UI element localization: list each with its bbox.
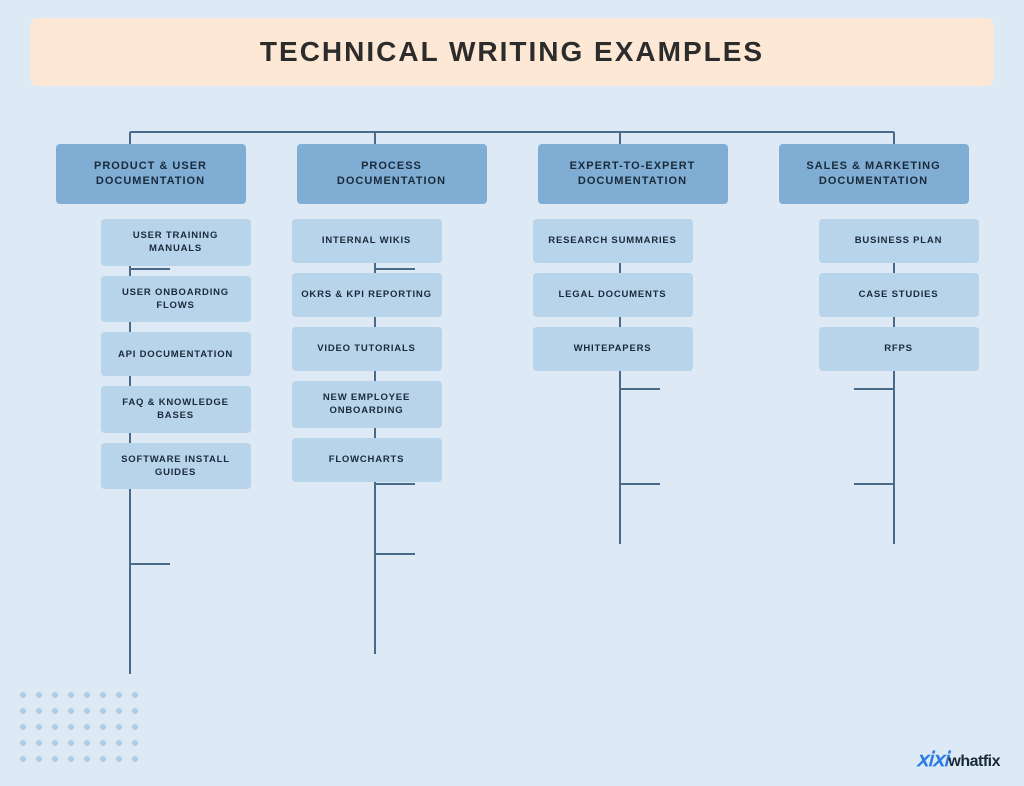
list-item: LEGAL DOCUMENTS [533,273,693,317]
list-item: FLOWCHARTS [292,438,442,482]
list-item: NEW EMPLOYEE ONBOARDING [292,381,442,428]
list-item: INTERNAL WIKIS [292,219,442,263]
decorative-dots [20,692,142,766]
col3-wrapper: EXPERT-TO-EXPERT DOCUMENTATION RESEARCH … [523,144,743,499]
cat-box-col1: PRODUCT & USER DOCUMENTATION [56,144,246,204]
list-item: FAQ & KNOWLEDGE BASES [101,386,251,433]
list-item: USER TRAINING MANUALS [101,219,251,266]
header-row: PRODUCT & USER DOCUMENTATION USER TRAINI… [20,94,1004,499]
list-item: USER ONBOARDING FLOWS [101,276,251,323]
chart-container: PRODUCT & USER DOCUMENTATION USER TRAINI… [20,94,1004,499]
col4-items: BUSINESS PLAN CASE STUDIES RFPS [764,219,984,381]
list-item: API DOCUMENTATION [101,332,251,376]
list-item: VIDEO TUTORIALS [292,327,442,371]
software-install-guides-item: SOFTWARE INSTALL GUIDES [101,443,251,490]
cat-box-col2: PROCESS DOCUMENTATION [297,144,487,204]
col2-wrapper: PROCESS DOCUMENTATION INTERNAL WIKIS OKR… [282,144,502,499]
list-item: BUSINESS PLAN [819,219,979,263]
list-item: OKRS & KPI REPORTING [292,273,442,317]
cat-box-col4: SALES & MARKETING DOCUMENTATION [779,144,969,204]
col1-items: USER TRAINING MANUALS USER ONBOARDING FL… [41,219,261,499]
case-studies-item: CASE STUDIES [819,273,979,317]
col3-items: RESEARCH SUMMARIES LEGAL DOCUMENTS WHITE… [523,219,743,381]
title-banner: TECHNICAL WRITING EXAMPLES [30,18,994,86]
col2-items: INTERNAL WIKIS OKRS & KPI REPORTING VIDE… [282,219,502,492]
cat-box-col3: EXPERT-TO-EXPERT DOCUMENTATION [538,144,728,204]
list-item: RESEARCH SUMMARIES [533,219,693,263]
col4-wrapper: SALES & MARKETING DOCUMENTATION BUSINESS… [764,144,984,499]
page-wrapper: TECHNICAL WRITING EXAMPLES [0,18,1024,786]
list-item: RFPS [819,327,979,371]
list-item: WHITEPAPERS [533,327,693,371]
col1-wrapper: PRODUCT & USER DOCUMENTATION USER TRAINI… [41,144,261,499]
whatfix-logo: ⅺⅺwhatfix [916,747,1000,772]
whatfix-text: whatfix [948,753,1000,770]
page-title: TECHNICAL WRITING EXAMPLES [50,36,974,68]
